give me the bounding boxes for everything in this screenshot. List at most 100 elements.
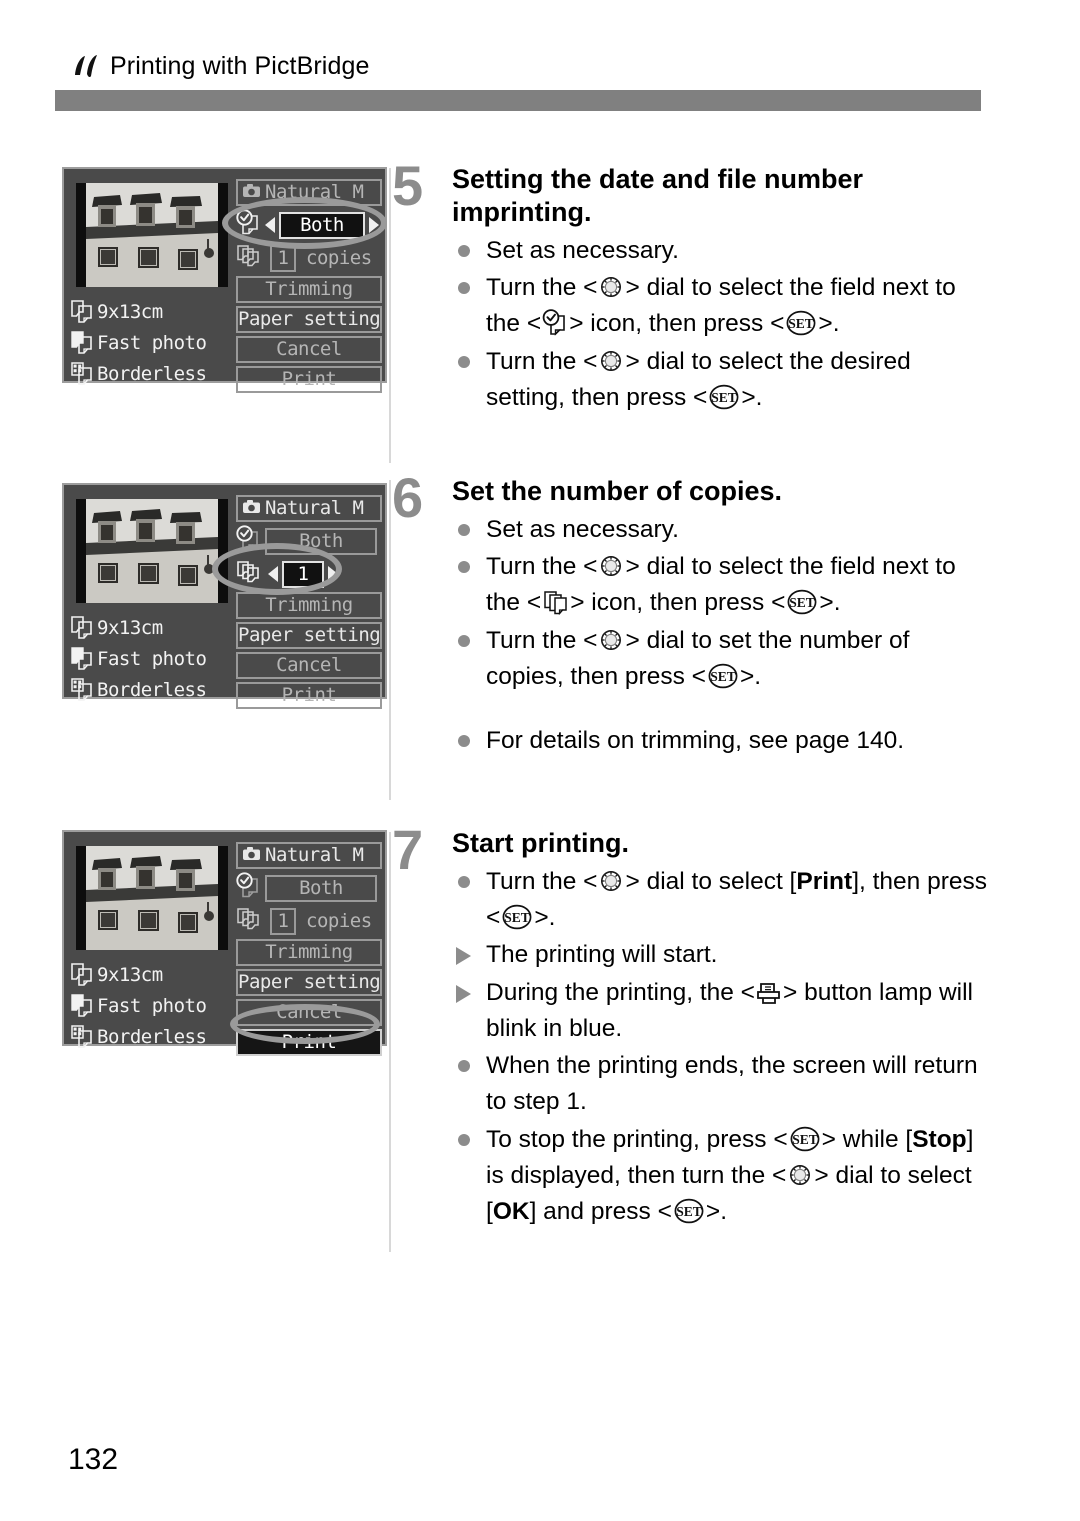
date-imprint-icon xyxy=(236,871,263,905)
bullet-text: >. xyxy=(818,310,840,338)
copies-value[interactable]: 1 xyxy=(270,907,296,935)
stop-keyword: Stop xyxy=(912,1125,967,1153)
trimming-button[interactable]: Trimming xyxy=(236,592,382,619)
bullet-triangle-icon xyxy=(456,947,471,966)
copies-row[interactable]: 1 xyxy=(236,559,382,589)
bullet-triangle-icon xyxy=(456,984,471,1003)
page-layout-row[interactable]: Borderless xyxy=(70,1022,235,1053)
bullet-dot-icon xyxy=(458,561,470,574)
date-imprint-row[interactable]: Both xyxy=(236,871,382,905)
print-button[interactable]: Print xyxy=(236,1029,382,1056)
date-imprint-row[interactable]: Both xyxy=(236,209,382,240)
copies-value[interactable]: 1 xyxy=(282,560,324,588)
page-layout-row[interactable]: Borderless xyxy=(70,359,235,390)
trimming-button[interactable]: Trimming xyxy=(236,939,382,966)
paper-size-icon xyxy=(70,961,94,991)
trimming-button[interactable]: Trimming xyxy=(236,276,382,303)
quick-control-dial-icon xyxy=(598,348,624,374)
step-5-number: 5 xyxy=(392,154,424,217)
paper-type-row[interactable]: Fast photo xyxy=(70,328,235,359)
camera-icon xyxy=(242,497,261,520)
quick-control-dial-icon xyxy=(598,627,624,653)
image-effect-row[interactable]: Natural M xyxy=(236,493,382,523)
right-arrow-icon[interactable] xyxy=(369,217,379,233)
paper-type-label: Fast photo xyxy=(97,995,207,1017)
list-item: During the printing, the < > button lamp … xyxy=(452,975,992,1048)
bullet-text: Turn the < xyxy=(486,553,598,581)
image-effect-row[interactable]: Natural M xyxy=(236,840,382,870)
cancel-button[interactable]: Cancel xyxy=(236,336,382,363)
list-item: Turn the < > dial to select the field nex… xyxy=(452,270,992,343)
copies-row[interactable]: 1 copies xyxy=(236,243,382,273)
set-button-icon xyxy=(789,1126,821,1152)
paper-size-row[interactable]: 9x13cm xyxy=(70,960,235,991)
date-imprint-icon xyxy=(542,308,568,336)
date-imprint-row[interactable]: Both xyxy=(236,525,382,556)
bullet-text: > icon, then press < xyxy=(570,589,786,617)
bullet-dot-icon xyxy=(458,523,470,536)
page-layout-row[interactable]: Borderless xyxy=(70,675,235,706)
bullet-text: Set as necessary. xyxy=(486,515,679,543)
page-layout-label: Borderless xyxy=(97,363,207,385)
paper-size-row[interactable]: 9x13cm xyxy=(70,613,235,644)
list-item: For details on trimming, see page 140. xyxy=(452,723,992,759)
paper-size-row[interactable]: 9x13cm xyxy=(70,297,235,328)
set-button-icon xyxy=(501,904,533,930)
set-button-icon xyxy=(786,589,818,615)
step-rule-6 xyxy=(389,480,391,800)
page-number: 132 xyxy=(68,1443,119,1476)
print-button[interactable]: Print xyxy=(236,366,382,393)
paper-settings-button[interactable]: Paper settings xyxy=(236,969,382,996)
bullet-text: > while [ xyxy=(821,1125,913,1153)
paper-type-icon xyxy=(70,329,94,359)
paper-type-row[interactable]: Fast photo xyxy=(70,644,235,675)
paper-size-icon xyxy=(70,614,94,644)
step-5-title: Setting the date and file number imprint… xyxy=(452,164,864,227)
list-item: Turn the < > dial to select the field nex… xyxy=(452,549,992,622)
paper-type-row[interactable]: Fast photo xyxy=(70,991,235,1022)
bullet-text: > icon, then press < xyxy=(569,310,785,338)
header-row: Printing with PictBridge xyxy=(72,52,369,81)
paper-size-label: 9x13cm xyxy=(97,617,163,639)
step-7-number: 7 xyxy=(392,818,424,881)
date-imprint-value[interactable]: Both xyxy=(265,874,377,902)
copies-value[interactable]: 1 xyxy=(270,244,296,272)
image-effect-row[interactable]: Natural M xyxy=(236,177,382,207)
list-item: Set as necessary. xyxy=(452,233,992,269)
camera-icon xyxy=(242,181,261,204)
lcd-left-settings: 9x13cm Fast photo Borderless xyxy=(70,297,235,390)
page-layout-icon xyxy=(70,360,94,390)
bullet-text: >. xyxy=(819,589,841,617)
step-6: 6 Set the number of copies. Set as neces… xyxy=(392,470,992,760)
paper-settings-button[interactable]: Paper settings xyxy=(236,306,382,333)
paper-type-label: Fast photo xyxy=(97,648,207,670)
quick-control-dial-icon xyxy=(787,1162,813,1188)
right-arrow-icon[interactable] xyxy=(328,566,338,582)
copies-word: copies xyxy=(306,910,372,932)
paper-settings-button[interactable]: Paper settings xyxy=(236,622,382,649)
paper-size-label: 9x13cm xyxy=(97,964,163,986)
copies-word: copies xyxy=(306,247,372,269)
bullet-dot-icon xyxy=(458,1133,470,1146)
copies-icon xyxy=(236,905,266,938)
print-button[interactable]: Print xyxy=(236,682,382,709)
bullet-text: To stop the printing, press < xyxy=(486,1125,788,1153)
date-imprint-value[interactable]: Both xyxy=(279,211,365,239)
cancel-button[interactable]: Cancel xyxy=(236,999,382,1026)
date-imprint-value[interactable]: Both xyxy=(265,527,377,555)
paper-type-label: Fast photo xyxy=(97,332,207,354)
bullet-text: When the printing ends, the screen will … xyxy=(486,1052,978,1116)
lcd-right-panel: Natural M Both xyxy=(236,177,382,396)
left-arrow-icon[interactable] xyxy=(265,217,275,233)
left-arrow-icon[interactable] xyxy=(268,566,278,582)
bullet-text: Set as necessary. xyxy=(486,236,679,264)
page-title: Printing with PictBridge xyxy=(110,52,370,80)
bullet-text: Turn the < xyxy=(486,867,598,895)
cancel-button[interactable]: Cancel xyxy=(236,652,382,679)
quick-control-dial-icon xyxy=(598,274,624,300)
lcd-screen-step6: 9x13cm Fast photo Borderless Natural M B… xyxy=(62,483,387,709)
copies-row[interactable]: 1 copies xyxy=(236,906,382,936)
bullet-text: >. xyxy=(741,383,763,411)
step-7: 7 Start printing. Turn the < > dial to se… xyxy=(392,818,992,1231)
step-5-body: Set as necessary. Turn the < > dial to se… xyxy=(452,233,992,416)
